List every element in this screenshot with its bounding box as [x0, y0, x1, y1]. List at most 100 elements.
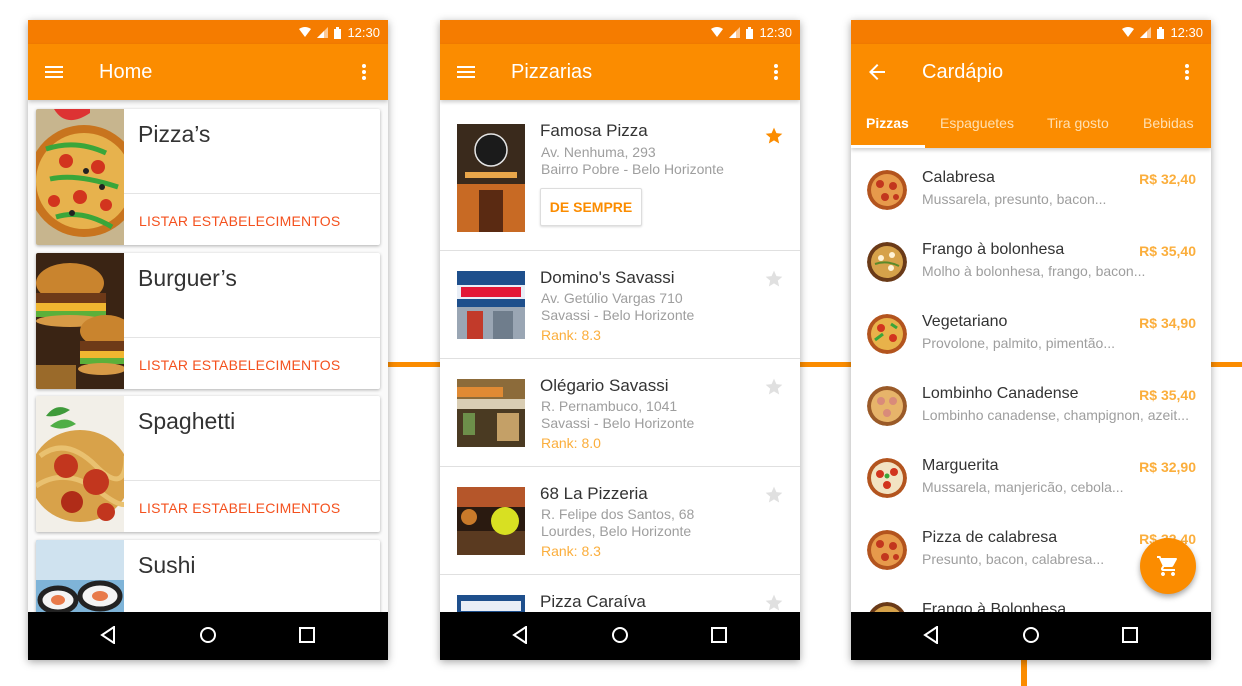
- shop-district: Bairro Pobre - Belo Horizonte: [541, 161, 724, 177]
- shop-name: Famosa Pizza: [540, 121, 648, 140]
- shop-address: Av. Getúlio Vargas 710: [541, 290, 683, 306]
- recents-nav-icon[interactable]: [711, 626, 727, 644]
- flow-connector-1: [388, 362, 440, 367]
- divider: [124, 480, 380, 481]
- shop-photo: [457, 379, 525, 447]
- shop-photo: [457, 271, 525, 339]
- spaghetti-photo: [36, 396, 124, 532]
- list-item[interactable]: Famosa Pizza Av. Nenhuma, 293 Bairro Pob…: [440, 100, 800, 251]
- system-nav-bar: [851, 612, 1211, 660]
- list-establishments-button[interactable]: LISTAR ESTABELECIMENTOS: [139, 500, 340, 516]
- battery-icon: [746, 26, 754, 39]
- shopping-cart-icon: [1157, 556, 1177, 576]
- app-bar: Pizzarias: [440, 44, 800, 100]
- shop-name: Olégario Savassi: [540, 376, 669, 395]
- category-card-pizza[interactable]: Pizza’s LISTAR ESTABELECIMENTOS: [36, 109, 380, 245]
- category-name: Spaghetti: [138, 408, 236, 434]
- more-vert-icon[interactable]: [352, 60, 376, 84]
- signal-icon: [1140, 27, 1152, 38]
- tab-espaguetes[interactable]: Espaguetes: [940, 104, 1014, 148]
- pizza-thumbnail: [867, 314, 907, 354]
- menu-item[interactable]: Marguerita Mussarela, manjericão, cebola…: [851, 442, 1211, 514]
- item-name: Calabresa: [922, 169, 995, 186]
- burger-photo: [36, 253, 124, 389]
- status-time: 12:30: [759, 25, 792, 40]
- menu-item[interactable]: Frango à bolonhesa Molho à bolonhesa, fr…: [851, 226, 1211, 298]
- item-price: R$ 32,90: [1139, 459, 1196, 475]
- item-description: Provolone, palmito, pimentão...: [922, 335, 1115, 351]
- list-item[interactable]: Domino's Savassi Av. Getúlio Vargas 710 …: [440, 251, 800, 359]
- phone-cardapio: 12:30 Cardápio Pizzas Espaguetes Tira go…: [851, 20, 1211, 660]
- menu-item[interactable]: Lombinho Canadense Lombinho canadense, c…: [851, 370, 1211, 442]
- more-vert-icon[interactable]: [1175, 60, 1199, 84]
- system-nav-bar: [28, 612, 388, 660]
- item-name: Lombinho Canadense: [922, 385, 1079, 402]
- star-outline-icon[interactable]: [764, 377, 784, 397]
- flow-connector-4: [1021, 660, 1027, 686]
- star-outline-icon[interactable]: [764, 593, 784, 612]
- home-nav-icon[interactable]: [611, 626, 629, 644]
- wifi-icon: [1122, 27, 1135, 37]
- list-establishments-button[interactable]: LISTAR ESTABELECIMENTOS: [139, 213, 340, 229]
- tab-indicator: [851, 145, 925, 148]
- shop-address: R. Felipe dos Santos, 68: [541, 506, 695, 522]
- status-time: 12:30: [347, 25, 380, 40]
- recents-nav-icon[interactable]: [1122, 626, 1138, 644]
- star-outline-icon[interactable]: [764, 269, 784, 289]
- home-nav-icon[interactable]: [1022, 626, 1040, 644]
- pizzaria-list: Famosa Pizza Av. Nenhuma, 293 Bairro Pob…: [440, 100, 800, 612]
- cart-fab-button[interactable]: [1140, 538, 1196, 594]
- item-name: Frango à bolonhesa: [922, 241, 1065, 258]
- menu-item[interactable]: Calabresa Mussarela, presunto, bacon... …: [851, 154, 1211, 226]
- item-name: Marguerita: [922, 457, 999, 474]
- category-name: Pizza’s: [138, 121, 211, 147]
- divider: [124, 337, 380, 338]
- category-card-burger[interactable]: Burguer’s LISTAR ESTABELECIMENTOS: [36, 253, 380, 389]
- shop-district: Savassi - Belo Horizonte: [541, 307, 695, 323]
- tab-pizzas[interactable]: Pizzas: [866, 104, 909, 148]
- item-price: R$ 34,90: [1139, 315, 1196, 331]
- list-item[interactable]: Pizza Caraíva: [440, 575, 800, 612]
- list-item[interactable]: Olégario Savassi R. Pernambuco, 1041 Sav…: [440, 359, 800, 467]
- tab-bebidas[interactable]: Bebidas: [1143, 104, 1194, 148]
- category-list: Pizza’s LISTAR ESTABELECIMENTOS Burguer’…: [28, 100, 388, 612]
- pizza-thumbnail: [869, 602, 905, 612]
- category-name: Sushi: [138, 552, 196, 578]
- menu-icon[interactable]: [454, 60, 478, 84]
- home-nav-icon[interactable]: [199, 626, 217, 644]
- list-establishments-button[interactable]: LISTAR ESTABELECIMENTOS: [139, 357, 340, 373]
- item-description: Presunto, bacon, calabresa...: [922, 551, 1105, 567]
- page-title: Cardápio: [922, 61, 1004, 83]
- tab-tira-gosto[interactable]: Tira gosto: [1047, 104, 1109, 148]
- back-nav-icon[interactable]: [923, 626, 939, 644]
- page-title: Home: [99, 61, 153, 83]
- category-card-sushi[interactable]: Sushi: [36, 540, 380, 612]
- item-price: R$ 32,40: [1139, 171, 1196, 187]
- back-nav-icon[interactable]: [100, 626, 116, 644]
- list-item[interactable]: 68 La Pizzeria R. Felipe dos Santos, 68 …: [440, 467, 800, 575]
- system-nav-bar: [440, 612, 800, 660]
- sushi-photo: [36, 540, 124, 612]
- category-tabs: Pizzas Espaguetes Tira gosto Bebidas: [851, 104, 1211, 148]
- menu-item[interactable]: Vegetariano Provolone, palmito, pimentão…: [851, 298, 1211, 370]
- back-nav-icon[interactable]: [512, 626, 528, 644]
- star-outline-icon[interactable]: [764, 485, 784, 505]
- item-description: Lombinho canadense, champignon, azeit...: [922, 407, 1189, 423]
- phone-pizzarias: 12:30 Pizzarias Famosa Pizza Av. Nenhuma…: [440, 20, 800, 660]
- recents-nav-icon[interactable]: [299, 626, 315, 644]
- shop-photo: [457, 124, 525, 232]
- battery-icon: [1157, 26, 1165, 39]
- wifi-icon: [711, 27, 724, 37]
- star-filled-icon[interactable]: [764, 126, 784, 146]
- category-card-spaghetti[interactable]: Spaghetti LISTAR ESTABELECIMENTOS: [36, 396, 380, 532]
- de-sempre-button[interactable]: DE SEMPRE: [540, 188, 642, 226]
- more-vert-icon[interactable]: [764, 60, 788, 84]
- phone-home: 12:30 Home Pizza’s LISTAR ESTABELECIMENT…: [28, 20, 388, 660]
- menu-icon[interactable]: [42, 60, 66, 84]
- category-name: Burguer’s: [138, 265, 237, 291]
- item-name: Vegetariano: [922, 313, 1008, 330]
- arrow-back-icon[interactable]: [865, 60, 889, 84]
- flow-connector-2: [800, 362, 851, 367]
- shop-district: Savassi - Belo Horizonte: [541, 415, 695, 431]
- pizza-thumbnail: [867, 242, 907, 282]
